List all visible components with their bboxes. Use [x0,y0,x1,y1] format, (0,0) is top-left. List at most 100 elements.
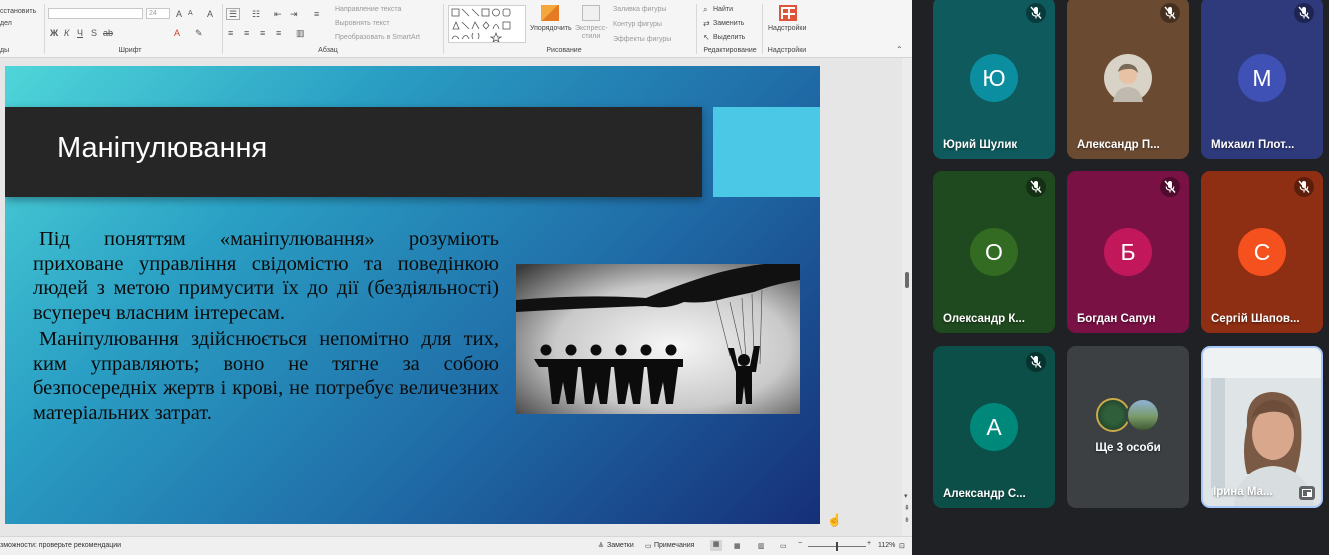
notes-button[interactable]: Заметки [607,542,634,549]
arrange-button[interactable]: Упорядочить [530,25,572,32]
participant-name: Ірина Ма... [1213,486,1273,498]
title-bar: Маніпулювання [5,107,702,197]
columns-icon[interactable]: ▥ [296,28,305,38]
section-command[interactable]: дел [0,20,12,27]
indent-increase-icon[interactable]: ⇥ [290,9,298,19]
align-text-command[interactable]: Выровнять текст [335,20,390,27]
font-name-dropdown[interactable] [48,8,143,19]
underline-button[interactable]: Ч [77,28,83,38]
participant-tile[interactable]: О Олександр К... [933,171,1055,333]
convert-smartart-command[interactable]: Преобразовать в SmartArt [335,34,420,41]
addins-icon[interactable] [779,5,797,21]
screen: сстановить дел ды 24 A A A Ж К Ч S ab A … [0,0,1329,555]
replace-command[interactable]: Заменить [713,20,744,27]
shape-fill-command[interactable]: Заливка фигуры [613,6,666,13]
participant-tile[interactable]: Ірина Ма... [1201,346,1323,508]
prev-slide-icon[interactable]: ⇞ [904,504,910,514]
slide-sorter-icon[interactable]: ▦ [734,542,741,550]
clear-format-icon[interactable]: A [207,9,213,19]
participant-avatar: А [970,403,1018,451]
participant-tile[interactable]: А Александр С... [933,346,1055,508]
arrange-icon[interactable] [541,5,559,21]
select-command[interactable]: Выделить [713,34,745,41]
accessibility-status[interactable]: зможности: проверьте рекомендации [0,542,121,549]
participant-tile[interactable]: М Михаил Плот... [1201,0,1323,159]
comments-button[interactable]: Примечания [654,542,694,549]
shapes-gallery[interactable] [448,5,526,43]
slide-paragraph: Під поняттям «маніпулювання» розуміють п… [33,228,499,324]
participant-name: Сергій Шапов... [1211,313,1300,325]
mic-off-icon [1026,352,1046,372]
quick-styles-icon[interactable] [582,5,600,21]
participant-tile[interactable]: Ю Юрий Шулик [933,0,1055,159]
shape-effects-command[interactable]: Эффекты фигуры [613,36,671,43]
highlight-icon[interactable]: ✎ [195,28,203,38]
participant-name: Юрий Шулик [943,139,1018,151]
decrease-font-icon[interactable]: A [188,9,193,19]
zoom-in-button[interactable]: + [867,540,871,547]
group-divider [222,4,223,54]
bold-button[interactable]: Ж [50,28,58,38]
slides-group-label: ды [0,47,10,54]
bullets-icon[interactable]: ☰ [226,8,241,20]
find-command[interactable]: Найти [713,6,733,13]
strikethrough-button[interactable]: ab [103,28,113,38]
participant-name: Ще 3 особи [1095,442,1161,454]
line-spacing-icon[interactable]: ≡ [314,9,319,19]
normal-view-icon[interactable]: ▦ [710,540,722,551]
slide-title[interactable]: Маніпулювання [57,132,267,165]
text-direction-command[interactable]: Направление текста [335,6,401,13]
font-color-icon[interactable]: A [174,28,180,38]
font-size-dropdown[interactable]: 24 [146,8,170,19]
zoom-slider[interactable] [808,542,866,551]
participant-tile[interactable]: Б Богдан Сапун [1067,171,1189,333]
participant-avatar: Ю [970,54,1018,102]
align-left-icon[interactable]: ≡ [228,28,233,38]
participant-tile[interactable]: С Сергій Шапов... [1201,171,1323,333]
participant-name: Богдан Сапун [1077,313,1156,325]
slideshow-icon[interactable]: ▭ [780,542,787,550]
reset-command[interactable]: сстановить [0,8,36,15]
slide-paragraph: Маніпулювання здійснюється непомітно для… [33,328,499,424]
indent-decrease-icon[interactable]: ⇤ [274,9,282,19]
addins-button[interactable]: Надстройки [768,25,806,32]
collapse-ribbon-icon[interactable]: ⌃ [896,45,903,55]
zoom-out-button[interactable]: − [798,540,802,547]
italic-button[interactable]: К [64,28,69,38]
paragraph-group-label: Абзац [318,47,338,54]
justify-icon[interactable]: ≡ [276,28,281,38]
zoom-level[interactable]: 112% [878,542,895,549]
numbering-icon[interactable]: ☷ [252,9,260,19]
scrollbar-thumb[interactable] [905,272,909,288]
increase-font-icon[interactable]: A [176,9,182,19]
align-right-icon[interactable]: ≡ [260,28,265,38]
vertical-scrollbar[interactable]: ▾ ⇞ ⇟ [902,58,912,536]
group-avatar-photo [1126,398,1160,432]
participant-avatar: М [1238,54,1286,102]
mic-off-icon [1294,3,1314,23]
participant-name: Олександр К... [943,313,1025,325]
zoom-slider-thumb[interactable] [836,542,838,551]
participant-name: Михаил Плот... [1211,139,1295,151]
next-slide-icon[interactable]: ⇟ [904,516,910,526]
shadow-button[interactable]: S [91,28,97,38]
puppet-image[interactable] [516,264,800,414]
mic-off-icon [1160,3,1180,23]
participant-video [1203,348,1321,506]
participant-avatar: С [1238,228,1286,276]
fit-slide-icon[interactable]: ⊡ [899,542,905,550]
scroll-down-icon[interactable]: ▾ [904,492,908,502]
shape-outline-command[interactable]: Контур фигуры [613,21,662,28]
reading-view-icon[interactable]: ▥ [758,542,765,550]
participant-tile[interactable]: Ще 3 особи [1067,346,1189,508]
powerpoint-window: сстановить дел ды 24 A A A Ж К Ч S ab A … [0,0,912,555]
mic-off-icon [1026,177,1046,197]
replace-icon: ⇄ [703,19,710,28]
quick-styles-button[interactable]: Экспресс-стили [575,25,608,41]
slide-body-text[interactable]: Під поняттям «маніпулювання» розуміють п… [33,227,499,427]
font-group-label: Шрифт [118,47,142,54]
participant-tile[interactable]: Александр П... [1067,0,1189,159]
align-center-icon[interactable]: ≡ [244,28,249,38]
participant-name: Александр С... [943,488,1026,500]
select-icon: ↖ [703,33,710,42]
